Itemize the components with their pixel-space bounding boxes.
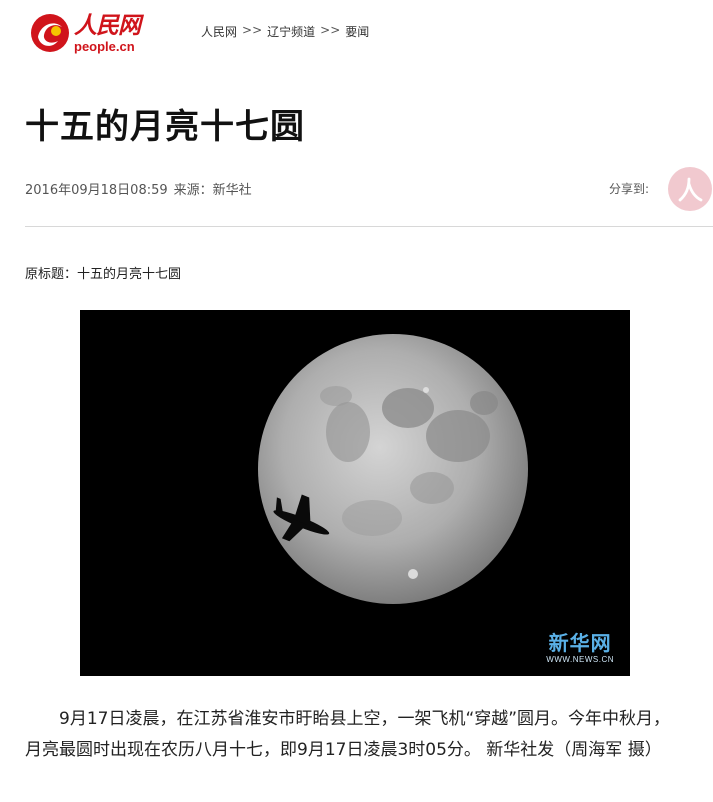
header-divider [25, 226, 713, 227]
article-body: 9月17日凌晨，在江苏省淮安市盱眙县上空，一架飞机“穿越”圆月。今年中秋月，月亮… [25, 709, 671, 760]
breadcrumb: 人民网 >> 辽宁频道 >> 要闻 [201, 23, 369, 40]
breadcrumb-separator: >> [242, 23, 263, 37]
logo-english-text: people.cn [74, 38, 135, 54]
share-label: 分享到: [609, 182, 650, 196]
article-title: 十五的月亮十七圆 [25, 107, 305, 147]
article-meta: 2016年09月18日08:59 来源：新华社 [25, 179, 252, 198]
breadcrumb-separator: >> [320, 23, 341, 37]
breadcrumb-item-home[interactable]: 人民网 [201, 23, 237, 40]
people-cn-logo[interactable]: 人民网 people.cn [28, 9, 146, 57]
xinhua-watermark: 新华网 WWW.NEWS.CN [546, 633, 614, 664]
breadcrumb-item-news[interactable]: 要闻 [345, 23, 369, 40]
watermark-chinese: 新华网 [548, 631, 612, 655]
article-source: 来源：新华社 [173, 183, 252, 198]
original-title: 原标题：十五的月亮十七圆 [25, 267, 182, 282]
breadcrumb-item-liaoning[interactable]: 辽宁频道 [267, 23, 315, 40]
moon-airplane-photo: 新华网 WWW.NEWS.CN [80, 310, 630, 676]
logo-chinese-text: 人民网 [74, 11, 141, 39]
publish-date: 2016年09月18日08:59 [25, 183, 168, 198]
people-daily-share-icon[interactable] [668, 167, 712, 211]
full-moon [258, 334, 528, 604]
logo-swirl-icon [28, 11, 72, 55]
watermark-english: WWW.NEWS.CN [546, 655, 614, 664]
site-header: 人民网 people.cn 人民网 >> 辽宁频道 >> 要闻 [0, 0, 713, 65]
